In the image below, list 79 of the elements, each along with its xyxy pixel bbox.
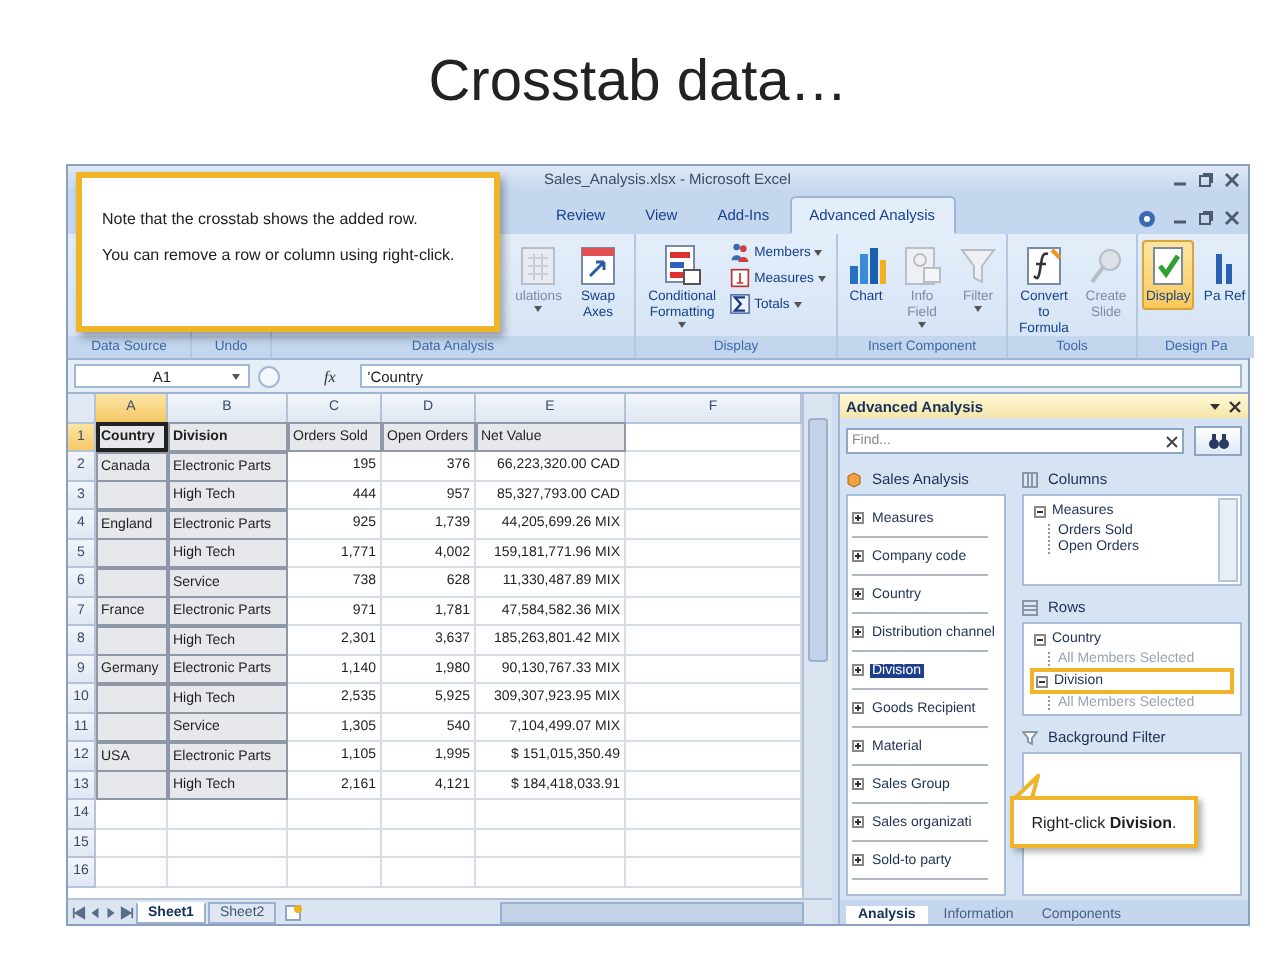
empty-cell[interactable] xyxy=(382,829,476,858)
empty-cell[interactable] xyxy=(288,800,382,829)
filter-icon xyxy=(956,244,1000,288)
table-cell xyxy=(95,683,168,713)
caret-icon xyxy=(974,305,982,312)
formula-document-icon xyxy=(1022,244,1066,288)
empty-cell[interactable] xyxy=(476,829,626,858)
grip-icon xyxy=(258,365,280,387)
caret-icon xyxy=(793,301,802,307)
search-button[interactable] xyxy=(1194,426,1242,456)
bar-chart-icon xyxy=(844,244,888,288)
right-arrow-icon[interactable] xyxy=(104,905,118,919)
empty-cell[interactable] xyxy=(476,800,626,829)
binoculars-icon xyxy=(1207,432,1229,450)
close-icon[interactable] xyxy=(1224,210,1240,226)
plus-box-icon[interactable] xyxy=(852,778,864,790)
table-cell xyxy=(95,538,168,568)
left-arrow-icon[interactable] xyxy=(72,905,86,919)
caret-icon xyxy=(678,321,687,328)
info-document-icon xyxy=(900,244,944,288)
formatting-table-icon xyxy=(660,244,705,288)
calculator-icon xyxy=(516,244,561,288)
empty-cell[interactable] xyxy=(476,858,626,887)
caret-icon xyxy=(814,249,823,255)
sigma-icon xyxy=(730,294,751,314)
select-all-corner[interactable] xyxy=(68,394,96,423)
empty-cell[interactable] xyxy=(288,858,382,887)
plus-box-icon[interactable] xyxy=(852,512,864,524)
caret-icon xyxy=(918,321,926,328)
filter-icon xyxy=(1022,729,1038,745)
table-cell xyxy=(95,712,168,742)
caret-icon xyxy=(817,275,826,281)
plus-box-icon[interactable] xyxy=(852,550,864,562)
minus-box-icon[interactable] xyxy=(1034,633,1046,645)
horizontal-scrollbar[interactable] xyxy=(500,901,804,923)
empty-cell[interactable] xyxy=(382,858,476,887)
callout-text: Note that the crosstab shows the added row. xyxy=(102,210,420,228)
callout-text: You can remove a row or column using right-click. xyxy=(102,246,457,264)
restore-icon[interactable] xyxy=(1198,210,1214,226)
left-arrow-icon[interactable] xyxy=(88,905,102,919)
minus-box-icon[interactable] xyxy=(1036,675,1048,687)
measure-box-icon xyxy=(730,268,751,288)
vertical-scrollbar[interactable] xyxy=(802,394,832,898)
empty-cell[interactable] xyxy=(382,800,476,829)
plus-box-icon[interactable] xyxy=(852,740,864,752)
swap-table-icon xyxy=(576,244,620,288)
table-cell xyxy=(95,625,168,655)
help-icon[interactable] xyxy=(1138,209,1156,227)
empty-cell[interactable] xyxy=(288,829,382,858)
vertical-scrollbar[interactable] xyxy=(1218,498,1238,582)
caret-icon xyxy=(232,374,240,380)
caret-icon[interactable] xyxy=(1208,399,1222,413)
restore-icon[interactable] xyxy=(1198,171,1214,187)
clear-icon[interactable] xyxy=(1166,435,1178,447)
plus-box-icon[interactable] xyxy=(852,626,864,638)
minus-box-icon[interactable] xyxy=(1034,505,1046,517)
plus-box-icon[interactable] xyxy=(852,664,864,676)
close-icon[interactable] xyxy=(1224,171,1240,187)
people-icon xyxy=(730,242,751,262)
plus-box-icon[interactable] xyxy=(852,854,864,866)
empty-cell[interactable] xyxy=(168,800,288,829)
plus-box-icon[interactable] xyxy=(852,588,864,600)
plus-box-icon[interactable] xyxy=(852,702,864,714)
new-sheet-icon[interactable] xyxy=(284,903,305,921)
plus-box-icon[interactable] xyxy=(852,816,864,828)
columns-icon xyxy=(1022,471,1038,487)
callout-text: Right-click Division. xyxy=(1031,813,1177,831)
empty-cell[interactable] xyxy=(168,858,288,887)
table-cell xyxy=(95,480,168,510)
table-cell xyxy=(95,567,168,597)
close-icon[interactable] xyxy=(1228,399,1242,413)
slide-title: Crosstab data… xyxy=(428,49,848,115)
right-arrow-icon[interactable] xyxy=(120,905,134,919)
rows-icon xyxy=(1022,599,1038,615)
empty-cell[interactable] xyxy=(168,829,288,858)
function-label[interactable]: fx xyxy=(324,367,336,385)
cube-icon xyxy=(846,471,862,487)
table-cell xyxy=(95,770,168,800)
caret-icon xyxy=(534,305,543,312)
